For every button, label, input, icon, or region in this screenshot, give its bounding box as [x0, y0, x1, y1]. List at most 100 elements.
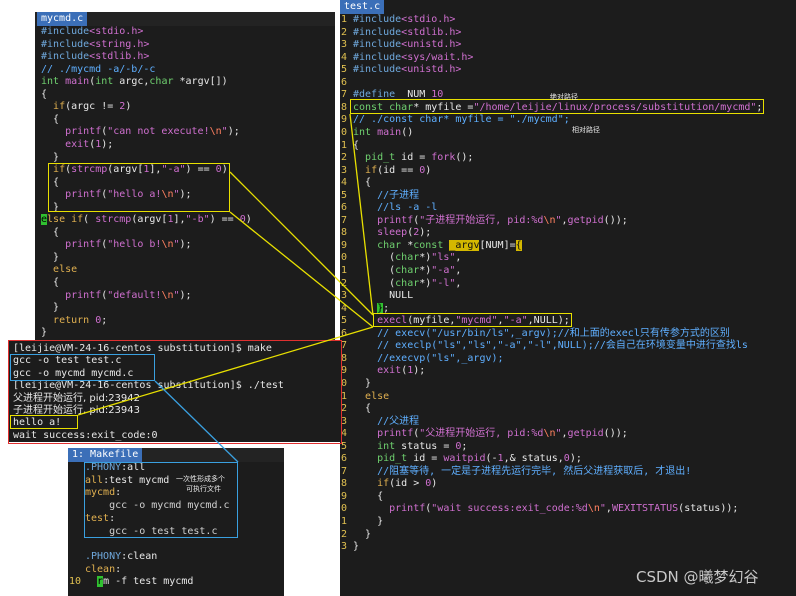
code-token: { — [41, 88, 48, 100]
code-token: ); — [419, 227, 432, 239]
code-token: //execvp("ls",_argv); — [377, 352, 504, 364]
code-token: (id == — [377, 164, 420, 176]
code-line: 7 //阻塞等待, 一定是子进程先运行完毕, 然后父进程获取后, 才退出! — [340, 466, 796, 478]
code-token: ; — [383, 302, 390, 314]
code-token: strcmp — [95, 214, 132, 226]
code-token: <sys/wait.h> — [401, 51, 474, 63]
terminal-line: gcc -o test test.c — [13, 355, 122, 367]
code-token: ()); — [603, 214, 628, 226]
code-line: 9 char *const _argv[NUM]={ — [340, 239, 796, 252]
code-token: { — [353, 177, 372, 189]
code-line: gcc -o test test.c — [68, 526, 284, 538]
code-line: 5 //子进程 — [340, 190, 796, 202]
code-token: ,NULL); — [527, 315, 570, 327]
line-number: 4 — [341, 302, 348, 314]
code-line: 4 { — [340, 177, 796, 189]
code-token: <stdio.h> — [89, 26, 144, 37]
line-number: 2 — [341, 26, 348, 38]
line-number: 0 — [341, 252, 348, 264]
code-token: (argv[ — [131, 214, 168, 226]
code-line: printf("hello a!\n"); — [41, 189, 335, 201]
code-token: char — [395, 265, 420, 276]
code-line: printf("default!\n"); — [41, 290, 335, 302]
code-line: 10 rm -f test mycmd — [68, 576, 284, 588]
code-token: "wait success:exit_code:%d — [431, 503, 588, 515]
code-token: ( — [353, 277, 396, 289]
code-token: printf — [65, 239, 102, 251]
code-token: int — [41, 76, 60, 88]
line-number: 8 — [341, 478, 348, 490]
mycmd-tab[interactable]: mycmd.c — [37, 12, 88, 26]
relative-path-note: 相对路径 — [572, 126, 600, 134]
code-token: ) — [425, 164, 432, 176]
makefile-tab[interactable]: 1: Makefile — [68, 448, 143, 462]
code-line: 1{ — [340, 140, 796, 152]
line-number: 6 — [341, 76, 348, 88]
code-token: getpid — [567, 428, 604, 440]
code-token: ); — [227, 126, 240, 138]
code-line: 1 } — [340, 516, 796, 528]
code-token: ], — [149, 164, 162, 176]
code-token: "子进程开始运行, pid:%d — [419, 214, 544, 226]
code-token: fork — [431, 152, 456, 164]
code-token: //子进程 — [377, 189, 420, 201]
code-token: "-b" — [185, 214, 210, 226]
code-token: pid_t — [365, 152, 396, 164]
code-token: const — [413, 239, 444, 251]
code-token: sleep — [377, 227, 408, 239]
code-line: #include<string.h> — [41, 39, 335, 51]
mycmd-editor-pane: mycmd.c #include<stdio.h> #include<string… — [35, 12, 335, 340]
code-line: .PHONY:all — [68, 462, 284, 474]
code-token: \n — [209, 126, 222, 138]
code-line: 8 const char* myfile ="/home/leijie/linux… — [340, 102, 796, 114]
terminal-line: wait success:exit_code:0 — [13, 429, 158, 441]
code-token: getpid — [567, 214, 604, 226]
line-number: 3 — [341, 164, 348, 176]
code-token: "hello b! — [107, 239, 162, 251]
code-token: "hello a! — [107, 189, 162, 201]
test-tab[interactable]: test.c — [340, 0, 385, 14]
code-token: printf — [65, 126, 102, 138]
code-token: *argv[]) — [173, 76, 228, 88]
code-line: .PHONY:clean — [68, 551, 284, 563]
line-number: 7 — [341, 465, 348, 477]
code-token: (myfile, — [407, 315, 456, 327]
code-line: 6 //ls -a -l — [340, 202, 796, 214]
code-line: // ./mycmd -a/-b/-c — [41, 64, 335, 76]
terminal[interactable]: [leijie@VM-24-16-centos substitution]$ m… — [8, 340, 342, 442]
code-line: 6 pid_t id = waitpid(-1,& status,0); — [340, 453, 796, 465]
code-token: *) — [419, 252, 432, 264]
line-number: 1 — [341, 516, 348, 527]
code-token: <stdlib.h> — [89, 51, 150, 63]
code-token: (argv[ — [107, 164, 144, 176]
code-line: 8 sleep(2); — [340, 227, 796, 239]
line-number: 0 — [341, 126, 348, 138]
code-line: if(argc != 2) — [41, 101, 335, 113]
code-token: { — [41, 113, 60, 125]
code-token: 10 — [431, 89, 444, 101]
code-line: gcc -o mycmd mycmd.c — [68, 500, 284, 512]
terminal-line: 子进程开始运行, pid:23943 — [13, 405, 141, 416]
code-token: \n — [161, 289, 174, 301]
code-token: ; — [756, 101, 763, 113]
code-token: printf — [65, 189, 102, 201]
code-line: 5 #include<unistd.h> — [340, 64, 796, 76]
code-token: *) — [419, 277, 432, 289]
terminal-line: [leijie@VM-24-16-centos substitution]$ m… — [13, 343, 272, 354]
code-line: 2 pid_t id = fork(); — [340, 152, 796, 164]
code-token: all — [85, 474, 104, 486]
mycmd-code-area[interactable]: #include<stdio.h> #include<string.h> #incl… — [41, 26, 335, 340]
mycmd-tabbar: mycmd.c — [35, 12, 335, 26]
code-token: #include — [353, 14, 402, 25]
code-line: 5 int status = 0; — [340, 441, 796, 453]
